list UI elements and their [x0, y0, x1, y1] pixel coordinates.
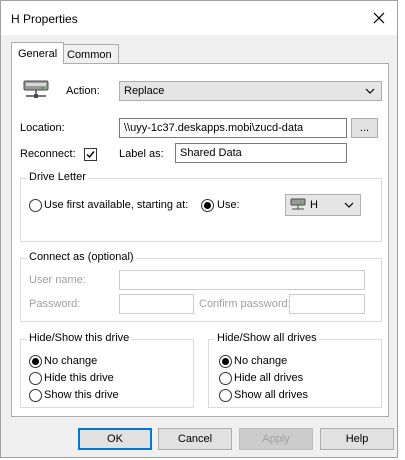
radio-hide-this-drive[interactable] — [29, 372, 42, 385]
show-this-drive-label: Show this drive — [44, 389, 119, 401]
connect-as-title: Connect as (optional) — [27, 251, 136, 263]
user-name-label: User name: — [29, 274, 86, 286]
location-label: Location: — [20, 122, 65, 134]
radio-show-this-drive[interactable] — [29, 389, 42, 402]
drive-no-change-label: No change — [44, 355, 98, 367]
radio-all-no-change[interactable] — [219, 355, 232, 368]
drive-letter-title: Drive Letter — [27, 171, 88, 183]
reconnect-checkbox[interactable] — [84, 148, 97, 161]
browse-button[interactable]: ... — [351, 118, 378, 138]
location-value: \\uyy-1c37.deskapps.mobi\zucd-data — [124, 122, 304, 134]
tab-general[interactable]: General — [11, 42, 65, 64]
first-available-label: Use first available, starting at: — [44, 199, 189, 211]
radio-hide-all-drives[interactable] — [219, 372, 232, 385]
confirm-password-input[interactable] — [289, 294, 365, 314]
cancel-button[interactable]: Cancel — [158, 428, 232, 450]
label-as-input[interactable]: Shared Data — [175, 143, 347, 163]
all-no-change-label: No change — [234, 355, 288, 367]
location-input[interactable]: \\uyy-1c37.deskapps.mobi\zucd-data — [119, 118, 347, 138]
browse-label: ... — [359, 122, 370, 134]
password-label: Password: — [29, 298, 81, 310]
radio-drive-no-change[interactable] — [29, 355, 42, 368]
tab-common-label: Common — [67, 48, 112, 61]
apply-label: Apply — [262, 433, 290, 445]
action-label: Action: — [66, 85, 100, 97]
drive-letter-value: H — [310, 199, 318, 211]
ok-button[interactable]: OK — [78, 428, 152, 450]
tab-common[interactable]: Common — [60, 44, 119, 64]
radio-use[interactable] — [201, 199, 214, 212]
tab-general-label: General — [18, 47, 58, 60]
radio-show-all-drives[interactable] — [219, 389, 232, 402]
hide-show-this-drive-group: Hide/Show this drive No change Hide this… — [20, 332, 194, 408]
help-button[interactable]: Help — [320, 428, 394, 450]
label-as-label: Label as: — [119, 148, 164, 160]
chevron-down-icon — [365, 88, 375, 94]
radio-first-available[interactable] — [29, 199, 42, 212]
action-value: Replace — [124, 85, 165, 97]
hide-show-all-drives-title: Hide/Show all drives — [215, 332, 319, 344]
drive-letter-select[interactable]: H — [285, 194, 361, 216]
close-icon — [373, 12, 385, 24]
title-bar[interactable]: H Properties — [1, 1, 397, 35]
hide-this-drive-label: Hide this drive — [44, 372, 114, 384]
reconnect-label: Reconnect: — [20, 148, 76, 160]
window-title: H Properties — [11, 12, 78, 26]
help-label: Help — [345, 433, 369, 445]
chevron-down-icon — [344, 202, 354, 208]
confirm-password-label: Confirm password: — [199, 298, 291, 310]
password-input[interactable] — [119, 294, 194, 314]
hide-show-this-drive-title: Hide/Show this drive — [27, 332, 132, 344]
checkmark-icon — [86, 151, 95, 159]
user-name-input[interactable] — [119, 270, 365, 290]
close-button[interactable] — [367, 6, 391, 30]
cancel-label: Cancel — [177, 433, 213, 445]
hide-all-drives-label: Hide all drives — [234, 372, 304, 384]
label-as-value: Shared Data — [180, 147, 242, 159]
hide-show-all-drives-group: Hide/Show all drives No change Hide all … — [208, 332, 382, 408]
apply-button[interactable]: Apply — [239, 428, 313, 450]
connect-as-group: Connect as (optional) User name: Passwor… — [20, 251, 382, 322]
show-all-drives-label: Show all drives — [234, 389, 308, 401]
properties-dialog: H Properties General Common Action: Repl — [0, 0, 398, 458]
general-tab-panel: Action: Replace Location: \\uyy-1c37.des… — [11, 63, 389, 417]
network-drive-icon — [22, 78, 50, 105]
drive-letter-group: Drive Letter Use first available, starti… — [20, 171, 382, 242]
use-label: Use: — [217, 199, 240, 211]
ok-label: OK — [107, 433, 123, 445]
network-drive-small-icon — [290, 198, 306, 210]
action-select[interactable]: Replace — [119, 81, 382, 101]
